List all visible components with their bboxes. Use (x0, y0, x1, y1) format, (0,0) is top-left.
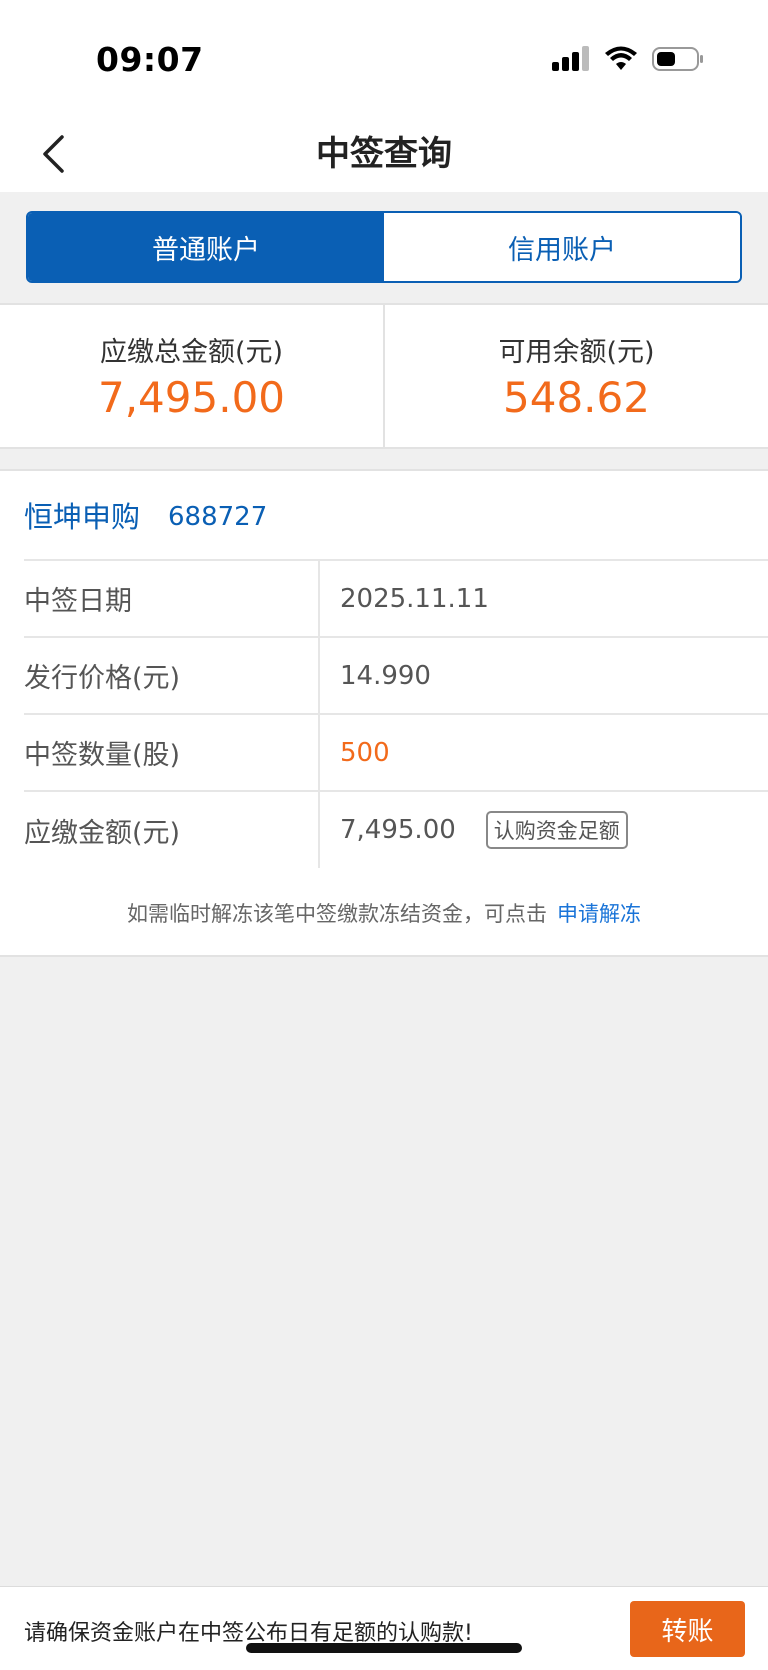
notice-text: 如需临时解冻该笔中签缴款冻结资金，可点击 (127, 902, 547, 926)
table-row: 中签数量(股) 500 (24, 713, 768, 790)
total-due-label: 应缴总金额(元) (99, 337, 284, 368)
status-icons (552, 46, 704, 72)
table-row: 中签日期 2025.11.11 (24, 559, 768, 636)
available-balance-cell: 可用余额(元) 548.62 (383, 305, 768, 447)
tab-normal-account[interactable]: 普通账户 (28, 213, 384, 281)
battery-icon (652, 47, 703, 71)
nav-bar: 中签查询 (0, 116, 768, 192)
amount-summary: 应缴总金额(元) 7,495.00 可用余额(元) 548.62 (0, 303, 768, 449)
row-value: 7,495.00 (340, 815, 456, 845)
stock-name: 恒坤申购 (24, 500, 141, 534)
account-tab-switch: 普通账户 信用账户 (26, 211, 742, 283)
apply-unfreeze-link[interactable]: 申请解冻 (557, 902, 641, 926)
row-label: 中签日期 (24, 561, 320, 636)
stock-header: 恒坤申购 688727 (0, 471, 768, 559)
detail-table: 中签日期 2025.11.11 发行价格(元) 14.990 中签数量(股) 5… (24, 559, 768, 868)
allotment-detail-card: 恒坤申购 688727 中签日期 2025.11.11 发行价格(元) 14.9… (0, 469, 768, 957)
row-label: 发行价格(元) (24, 638, 320, 713)
cellular-signal-icon (552, 46, 589, 71)
transfer-button[interactable]: 转账 (630, 1601, 745, 1657)
unfreeze-notice: 如需临时解冻该笔中签缴款冻结资金，可点击 申请解冻 (0, 898, 768, 928)
row-label: 中签数量(股) (24, 715, 320, 790)
table-row: 发行价格(元) 14.990 (24, 636, 768, 713)
wifi-icon (605, 46, 637, 70)
row-value-with-badge: 7,495.00 认购资金足额 (320, 792, 768, 868)
total-due-cell: 应缴总金额(元) 7,495.00 (0, 305, 383, 447)
bottom-bar: 请确保资金账户在中签公布日有足额的认购款! 转账 (0, 1586, 768, 1670)
row-label: 应缴金额(元) (24, 792, 320, 868)
page-title: 中签查询 (316, 134, 452, 174)
status-badge: 认购资金足额 (485, 811, 628, 849)
status-bar: 09:07 (0, 0, 768, 116)
stock-code: 688727 (168, 502, 268, 532)
table-row: 应缴金额(元) 7,495.00 认购资金足额 (24, 790, 768, 868)
tab-credit-account[interactable]: 信用账户 (384, 213, 740, 281)
home-indicator (246, 1643, 522, 1653)
row-value: 14.990 (340, 660, 431, 691)
total-due-value: 7,495.00 (97, 373, 286, 422)
available-balance-value: 548.62 (503, 373, 650, 422)
row-value: 2025.11.11 (340, 583, 489, 614)
status-time: 09:07 (96, 40, 204, 79)
row-value: 500 (340, 737, 390, 768)
available-balance-label: 可用余额(元) (498, 337, 655, 368)
